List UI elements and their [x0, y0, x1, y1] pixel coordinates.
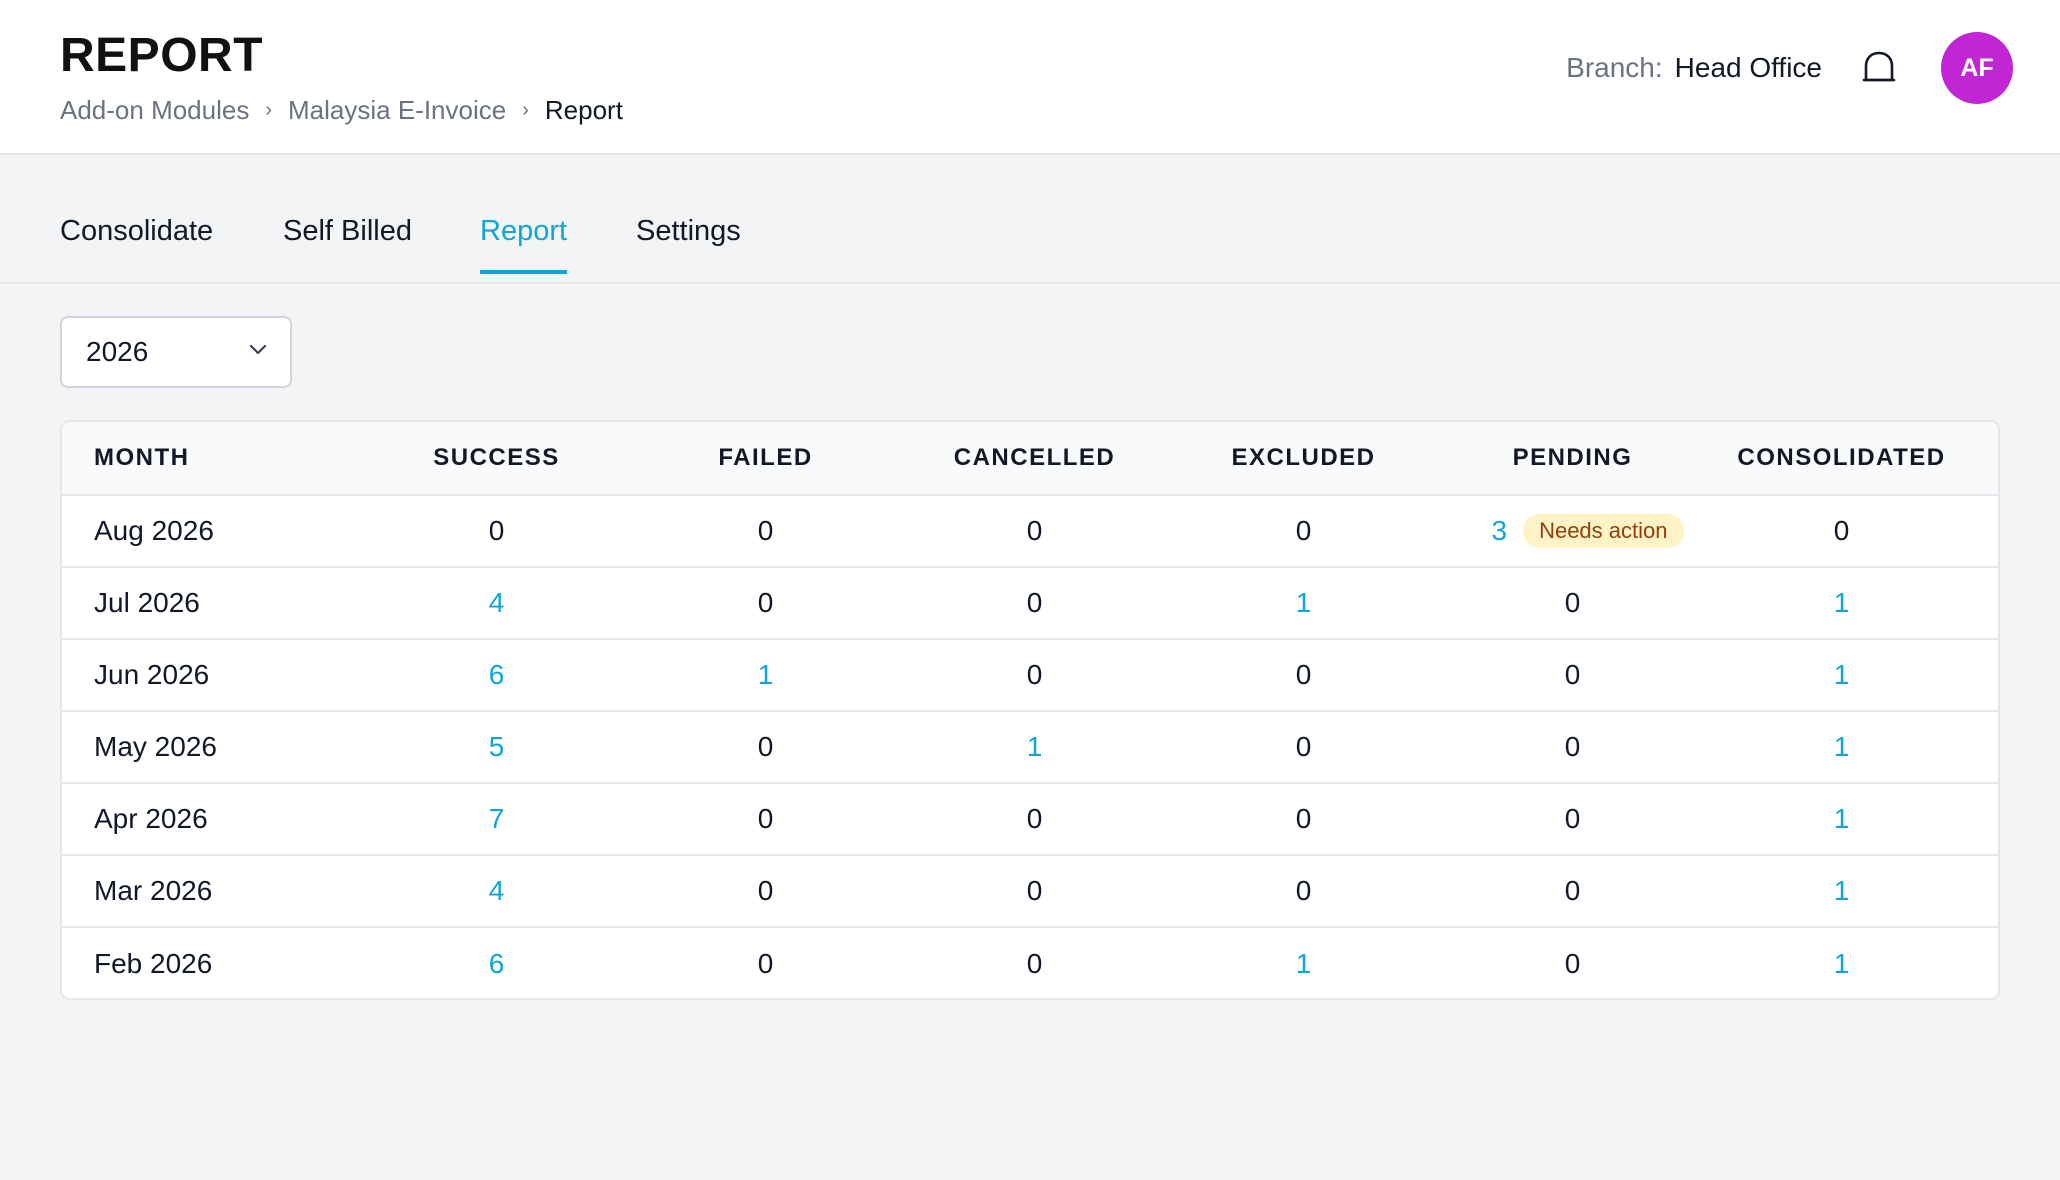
tab-self-billed[interactable]: Self Billed — [283, 215, 412, 270]
cancelled-cell[interactable]: 1 — [900, 731, 1169, 763]
table-row: Apr 2026 7 0 0 0 0 1 — [62, 784, 1998, 856]
page-header: REPORT Add-on Modules › Malaysia E-Invoi… — [0, 0, 2060, 155]
failed-cell: 0 — [757, 515, 774, 546]
table-row: Feb 2026 6 0 0 1 0 1 — [62, 928, 1998, 998]
table-row: May 2026 5 0 1 0 0 1 — [62, 712, 1998, 784]
column-header-pending: PENDING — [1512, 444, 1633, 471]
avatar[interactable]: AF — [1941, 32, 2013, 104]
tab-bar: Consolidate Self Billed Report Settings — [0, 155, 2060, 284]
tab-settings[interactable]: Settings — [636, 215, 741, 270]
column-header-success: SUCCESS — [433, 444, 560, 471]
month-cell: May 2026 — [94, 731, 217, 762]
excluded-cell: 0 — [1295, 659, 1312, 690]
breadcrumb-item-report: Report — [544, 95, 623, 125]
consolidated-cell[interactable]: 1 — [1707, 875, 1976, 907]
pending-with-badge: 3 Needs action — [1492, 514, 1684, 548]
cancelled-cell: 0 — [1026, 803, 1043, 834]
column-header-failed: FAILED — [718, 444, 813, 471]
pending-count-link[interactable]: 3 — [1492, 515, 1508, 547]
pending-cell: 0 — [1564, 948, 1581, 979]
excluded-cell: 0 — [1295, 515, 1312, 546]
branch-label: Branch: — [1566, 52, 1663, 83]
breadcrumb-separator: › — [265, 99, 273, 121]
pending-cell: 0 — [1564, 875, 1581, 906]
consolidated-cell[interactable]: 1 — [1707, 948, 1976, 980]
column-header-month: MONTH — [94, 444, 190, 471]
excluded-cell[interactable]: 1 — [1169, 587, 1438, 619]
breadcrumb-item-addon-modules[interactable]: Add-on Modules — [60, 95, 249, 126]
month-cell: Aug 2026 — [94, 515, 214, 546]
column-header-cancelled: CANCELLED — [953, 444, 1116, 471]
consolidated-cell[interactable]: 1 — [1707, 659, 1976, 691]
consolidated-cell[interactable]: 1 — [1707, 803, 1976, 835]
success-cell[interactable]: 4 — [362, 875, 631, 907]
branch-selector[interactable]: Branch: Head Office — [1566, 52, 1822, 84]
table-row: Mar 2026 4 0 0 0 0 1 — [62, 856, 1998, 928]
breadcrumb: Add-on Modules › Malaysia E-Invoice › Re… — [60, 95, 623, 126]
failed-cell: 0 — [757, 948, 774, 979]
pending-cell: 0 — [1564, 803, 1581, 834]
month-cell: Feb 2026 — [94, 948, 213, 979]
success-cell: 0 — [488, 515, 505, 546]
failed-cell: 0 — [757, 587, 774, 618]
needs-action-badge: Needs action — [1523, 514, 1684, 548]
success-cell[interactable]: 6 — [362, 948, 631, 980]
page-title: REPORT — [60, 29, 264, 82]
tab-report[interactable]: Report — [480, 215, 568, 274]
chevron-down-icon — [249, 344, 267, 355]
pending-cell: 0 — [1564, 731, 1581, 762]
year-select-value: 2026 — [86, 336, 149, 367]
excluded-cell: 0 — [1295, 875, 1312, 906]
year-select[interactable]: 2026 — [60, 316, 292, 388]
excluded-cell[interactable]: 1 — [1169, 948, 1438, 980]
bell-icon[interactable] — [1862, 50, 1896, 86]
table-row: Jun 2026 6 1 0 0 0 1 — [62, 640, 1998, 712]
pending-cell: 3 Needs action — [1438, 514, 1707, 548]
pending-cell: 0 — [1564, 659, 1581, 690]
cancelled-cell: 0 — [1026, 587, 1043, 618]
month-cell: Jul 2026 — [94, 587, 200, 618]
success-cell[interactable]: 4 — [362, 587, 631, 619]
tab-consolidate[interactable]: Consolidate — [60, 215, 213, 270]
column-header-excluded: EXCLUDED — [1231, 444, 1376, 471]
pending-cell: 0 — [1564, 587, 1581, 618]
month-cell: Mar 2026 — [94, 875, 213, 906]
excluded-cell: 0 — [1295, 731, 1312, 762]
month-cell: Apr 2026 — [94, 803, 208, 834]
failed-cell: 0 — [757, 731, 774, 762]
success-cell[interactable]: 7 — [362, 803, 631, 835]
failed-cell: 0 — [757, 803, 774, 834]
success-cell[interactable]: 5 — [362, 731, 631, 763]
report-table: MONTH SUCCESS FAILED CANCELLED EXCLUDED … — [60, 420, 2000, 1000]
table-row: Aug 2026 0 0 0 0 3 Needs action 0 — [62, 496, 1998, 568]
cancelled-cell: 0 — [1026, 515, 1043, 546]
cancelled-cell: 0 — [1026, 875, 1043, 906]
breadcrumb-separator: › — [522, 99, 529, 121]
month-cell: Jun 2026 — [94, 659, 210, 690]
table-header-row: MONTH SUCCESS FAILED CANCELLED EXCLUDED … — [62, 422, 1998, 496]
success-cell[interactable]: 6 — [362, 659, 631, 691]
cancelled-cell: 0 — [1026, 659, 1043, 690]
consolidated-cell[interactable]: 1 — [1707, 587, 1976, 619]
table-row: Jul 2026 4 0 0 1 0 1 — [62, 568, 1998, 640]
branch-value[interactable]: Head Office — [1675, 52, 1822, 84]
failed-cell[interactable]: 1 — [631, 659, 900, 691]
consolidated-cell: 0 — [1833, 515, 1850, 546]
breadcrumb-item-malaysia-einvoice[interactable]: Malaysia E-Invoice — [288, 95, 506, 126]
failed-cell: 0 — [757, 875, 774, 906]
column-header-consolidated: CONSOLIDATED — [1737, 444, 1946, 471]
table-body: Aug 2026 0 0 0 0 3 Needs action 0 Jul 2026 4 0 0 1 0 1… — [62, 496, 1998, 998]
excluded-cell: 0 — [1295, 803, 1312, 834]
cancelled-cell: 0 — [1026, 948, 1043, 979]
consolidated-cell[interactable]: 1 — [1707, 731, 1976, 763]
